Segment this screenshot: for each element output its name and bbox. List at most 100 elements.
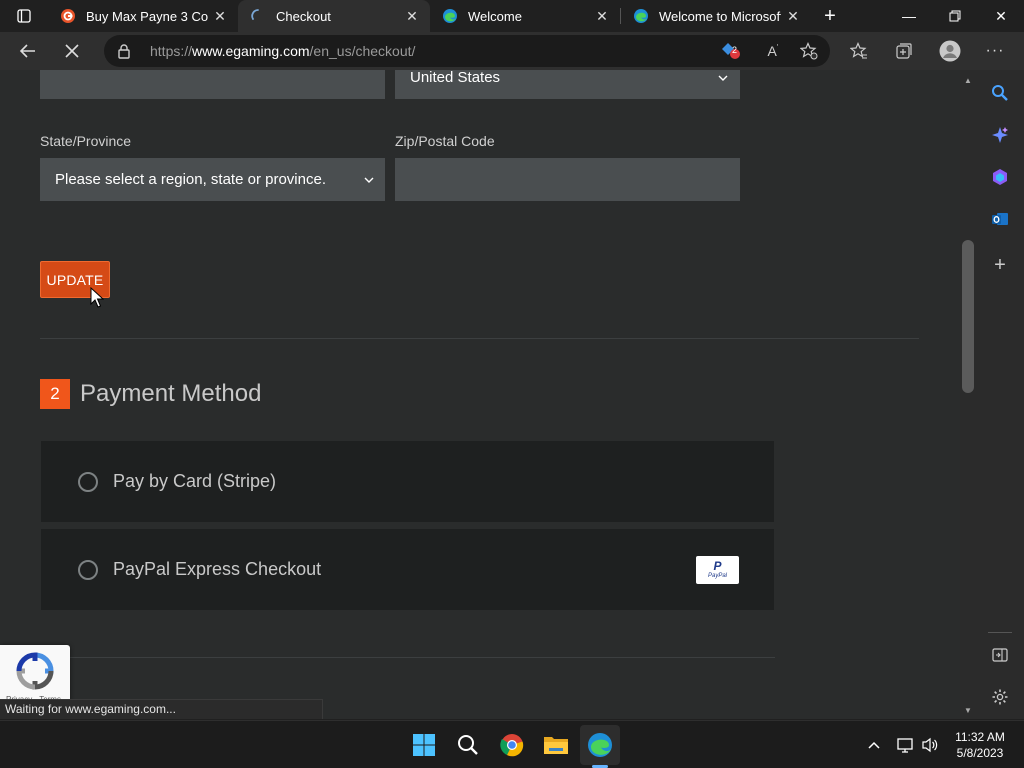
- new-tab-button[interactable]: +: [814, 0, 846, 32]
- collections-icon: [896, 43, 912, 59]
- lock-icon: [118, 44, 130, 59]
- taskbar-file-explorer-button[interactable]: [536, 725, 576, 765]
- edge-sidebar: +: [976, 70, 1024, 719]
- loading-icon: [250, 8, 266, 24]
- sidebar-outlook-button[interactable]: [988, 207, 1012, 231]
- settings-menu-button[interactable]: ···: [979, 35, 1011, 67]
- tab-checkout[interactable]: Checkout ✕: [238, 0, 430, 32]
- paypal-logo: P PayPal: [696, 556, 739, 584]
- sidebar-separator: [988, 632, 1012, 633]
- close-tab-icon[interactable]: ✕: [208, 4, 232, 28]
- back-button[interactable]: [12, 35, 44, 67]
- sidebar-copilot-button[interactable]: [988, 123, 1012, 147]
- payment-option-stripe[interactable]: Pay by Card (Stripe): [40, 440, 775, 523]
- radio-button[interactable]: [78, 560, 98, 580]
- scroll-down-arrow-icon[interactable]: ▼: [960, 702, 976, 718]
- sidebar-add-button[interactable]: +: [988, 253, 1012, 277]
- minimize-button[interactable]: —: [886, 0, 932, 32]
- browser-toolbar: https://www.egaming.com/en_us/checkout/ …: [0, 32, 1024, 70]
- close-tab-icon[interactable]: ✕: [590, 4, 614, 28]
- section-divider: [40, 338, 919, 339]
- chevron-down-icon: [717, 70, 729, 99]
- outlook-icon: [992, 213, 1008, 225]
- close-window-button[interactable]: ✕: [978, 0, 1024, 32]
- tab-title: Checkout: [276, 8, 331, 24]
- favorites-button[interactable]: [843, 35, 875, 67]
- edge-icon: [442, 8, 458, 24]
- taskbar-chrome-button[interactable]: [492, 725, 532, 765]
- network-icon: [897, 738, 913, 753]
- folder-icon: [544, 737, 568, 754]
- minimize-icon: —: [902, 8, 916, 24]
- favorites-icon: [850, 42, 867, 59]
- scroll-up-arrow-icon[interactable]: ▲: [960, 72, 976, 88]
- sidebar-games-button[interactable]: [988, 165, 1012, 189]
- payment-method-title: Payment Method: [80, 380, 262, 407]
- start-button[interactable]: [404, 725, 444, 765]
- read-aloud-icon: Aʼ: [767, 43, 779, 59]
- close-tab-icon[interactable]: ✕: [400, 4, 424, 28]
- tab-strip: Buy Max Payne 3 Comp ✕ Checkout ✕ Welcom…: [0, 0, 1024, 32]
- restore-icon: [949, 10, 961, 22]
- tab-welcome-microsoft-edge[interactable]: Welcome to Microsoft E ✕: [621, 0, 811, 32]
- tab-actions-button[interactable]: [8, 0, 40, 32]
- edge-icon: [588, 733, 612, 757]
- sparkle-icon: [992, 127, 1008, 143]
- sidebar-settings-button[interactable]: [988, 685, 1012, 709]
- games-icon: [993, 169, 1007, 185]
- step-number-badge: 2: [40, 379, 70, 409]
- mouse-cursor-icon: [90, 287, 104, 308]
- checkout-page: United States State/Province Zip/Postal …: [0, 70, 960, 719]
- address-bar[interactable]: https://www.egaming.com/en_us/checkout/ …: [104, 35, 830, 67]
- payment-option-label: Pay by Card (Stripe): [113, 471, 277, 491]
- add-favorite-button[interactable]: [796, 39, 822, 63]
- read-aloud-button[interactable]: Aʼ: [760, 39, 786, 63]
- egaming-icon: [60, 8, 76, 24]
- tab-welcome[interactable]: Welcome ✕: [430, 0, 620, 32]
- section-divider: [40, 657, 775, 658]
- taskbar-search-button[interactable]: [448, 725, 488, 765]
- sidebar-search-button[interactable]: [988, 81, 1012, 105]
- payment-option-label: PayPal Express Checkout: [113, 559, 322, 579]
- url-text: https://www.egaming.com/en_us/checkout/: [150, 43, 416, 59]
- avatar-icon: [939, 40, 961, 62]
- profile-button[interactable]: [934, 35, 966, 67]
- more-options-icon: ···: [985, 42, 1005, 59]
- country-select[interactable]: United States: [395, 70, 740, 99]
- add-favorite-icon: [800, 42, 818, 60]
- windows-taskbar: 11:32 AM 5/8/2023: [0, 720, 1024, 768]
- taskbar-clock[interactable]: 11:32 AM 5/8/2023: [945, 729, 1015, 761]
- back-arrow-icon: [19, 44, 35, 58]
- extension-button[interactable]: 2: [718, 39, 744, 63]
- scrollbar-thumb[interactable]: [962, 240, 974, 393]
- tab-title: Welcome: [468, 8, 522, 24]
- hide-sidebar-icon: [992, 648, 1008, 662]
- page-scrollbar[interactable]: ▲ ▼: [960, 70, 976, 719]
- show-hidden-icons-button[interactable]: [862, 733, 886, 757]
- extension-icon: [722, 43, 740, 59]
- search-icon: [458, 735, 478, 755]
- tab-title: Welcome to Microsoft E: [659, 8, 781, 24]
- sidebar-hide-button[interactable]: [988, 643, 1012, 667]
- payment-option-paypal[interactable]: PayPal Express Checkout P PayPal: [40, 528, 775, 611]
- plus-icon: +: [994, 253, 1006, 276]
- radio-button[interactable]: [78, 472, 98, 492]
- zip-input[interactable]: [395, 158, 740, 201]
- tab-title: Buy Max Payne 3 Comp: [86, 8, 208, 24]
- restore-button[interactable]: [932, 0, 978, 32]
- stop-loading-button[interactable]: [56, 35, 88, 67]
- search-icon: [992, 85, 1008, 101]
- state-select[interactable]: Please select a region, state or provinc…: [40, 158, 385, 201]
- volume-button[interactable]: [918, 733, 942, 757]
- chevron-down-icon: [363, 158, 375, 201]
- network-button[interactable]: [894, 733, 918, 757]
- collections-button[interactable]: [888, 35, 920, 67]
- state-label: State/Province: [40, 133, 132, 149]
- address-field[interactable]: [40, 70, 385, 99]
- tab-max-payne[interactable]: Buy Max Payne 3 Comp ✕: [48, 0, 238, 32]
- clock-time: 11:32 AM: [955, 730, 1005, 744]
- status-bar: Waiting for www.egaming.com...: [0, 699, 323, 719]
- clock-date: 5/8/2023: [956, 746, 1004, 760]
- close-tab-icon[interactable]: ✕: [781, 4, 805, 28]
- taskbar-edge-button[interactable]: [580, 725, 620, 765]
